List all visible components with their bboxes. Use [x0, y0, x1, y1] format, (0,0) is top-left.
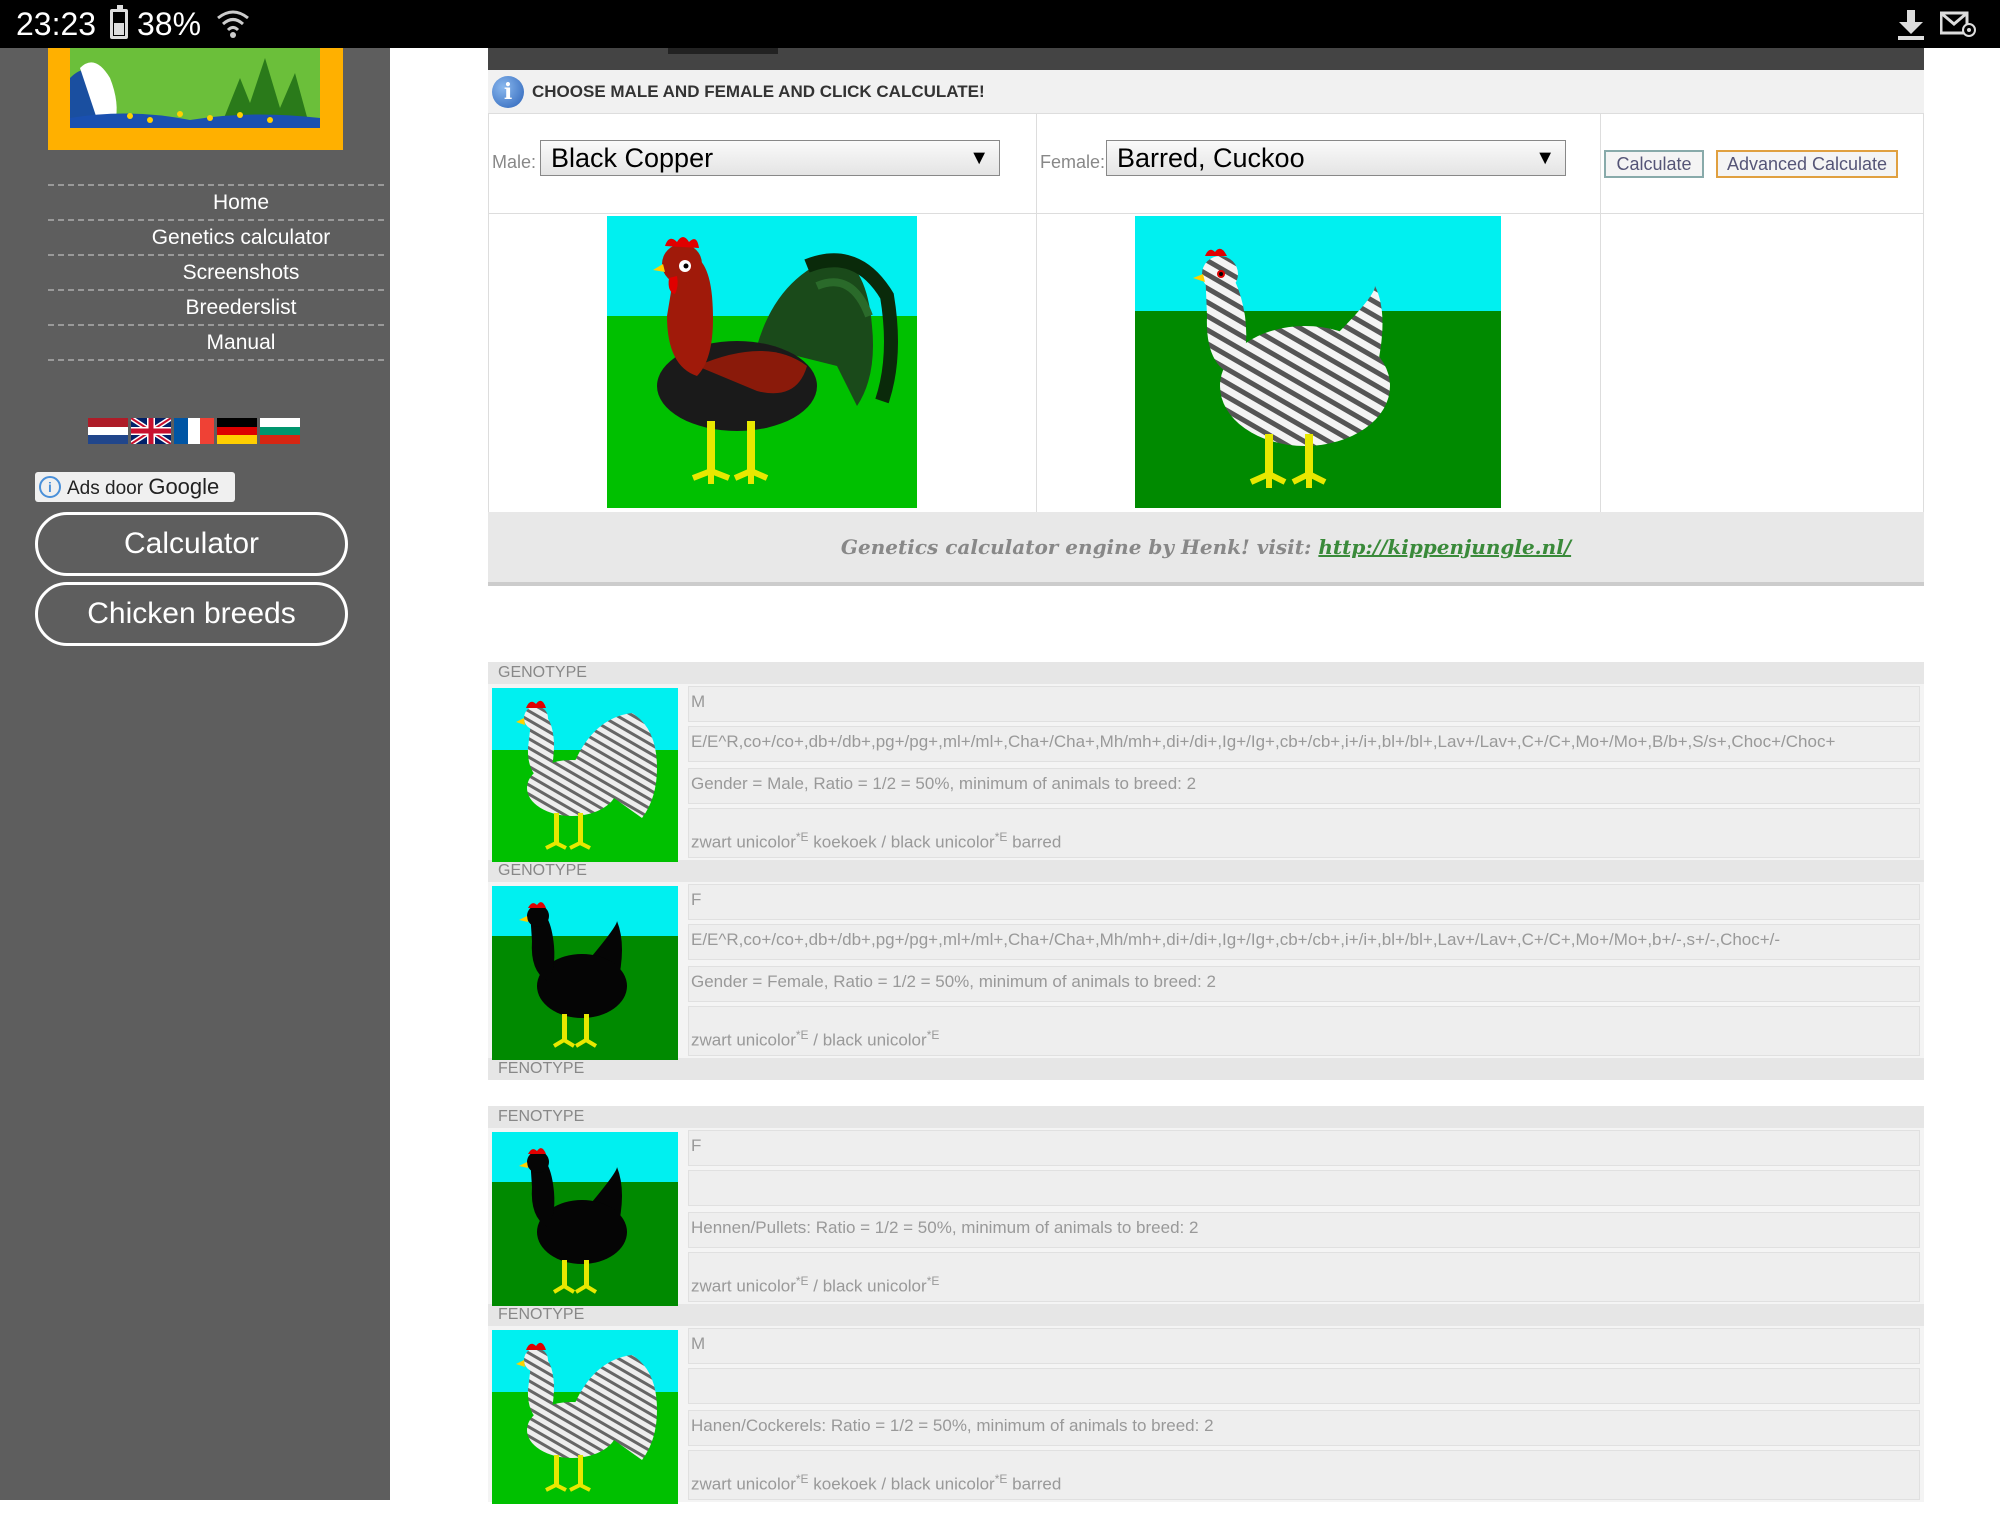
result-description: zwart unicolor*E koekoek / black unicolo…: [688, 1450, 1920, 1500]
male-select-value: Black Copper: [551, 143, 714, 173]
section-header: GENOTYPE: [488, 662, 1924, 684]
barred-rooster-thumbnail: [492, 688, 678, 862]
result-genotype: E/E^R,co+/co+,db+/db+,pg+/pg+,ml+/ml+,Ch…: [688, 924, 1920, 960]
chevron-down-icon: ▼: [969, 147, 989, 169]
ads-prefix: Ads door: [67, 478, 144, 499]
result-genotype: [688, 1368, 1920, 1404]
section-header: FENOTYPE: [488, 1106, 1924, 1128]
result-genotype: E/E^R,co+/co+,db+/db+,pg+/pg+,ml+/ml+,Ch…: [688, 726, 1920, 762]
result-sex: F: [688, 1130, 1920, 1166]
result-genotype: [688, 1170, 1920, 1206]
selection-row: Male: Black Copper ▼ Female: Barred, Cuc…: [488, 114, 1924, 214]
calculator-button[interactable]: Calculator: [35, 512, 348, 576]
result-description: zwart unicolor*E koekoek / black unicolo…: [688, 808, 1920, 858]
calculate-button[interactable]: Calculate: [1604, 150, 1704, 178]
nav-genetics-calculator[interactable]: Genetics calculator: [48, 219, 384, 254]
clock: 23:23: [16, 6, 97, 42]
instruction-text: CHOOSE MALE AND FEMALE AND CLICK CALCULA…: [532, 82, 985, 101]
nav-manual[interactable]: Manual: [48, 324, 384, 359]
section-header: GENOTYPE: [488, 860, 1924, 882]
result-sex: M: [688, 1328, 1920, 1364]
female-select[interactable]: Barred, Cuckoo ▼: [1106, 140, 1566, 176]
result-row: F E/E^R,co+/co+,db+/db+,pg+/pg+,ml+/ml+,…: [488, 882, 1924, 1060]
battery-icon: [110, 5, 128, 39]
wifi-icon: [217, 10, 249, 38]
results-list: GENOTYPE M E/E^R,co+/co+,db+/db+,pg+/pg+…: [488, 662, 1924, 1504]
info-icon: i: [492, 76, 524, 108]
barred-rooster-thumbnail: [492, 1330, 678, 1504]
black-hen-thumbnail: [492, 886, 678, 1060]
result-row: M Hanen/Cockerels: Ratio = 1/2 = 50%, mi…: [488, 1326, 1924, 1504]
mail-icon: [1940, 11, 1976, 37]
result-sex: M: [688, 686, 1920, 722]
top-strip: [488, 48, 1924, 70]
male-rooster-image: [607, 216, 917, 508]
spacer-row: [488, 1080, 1924, 1106]
result-row: F Hennen/Pullets: Ratio = 1/2 = 50%, min…: [488, 1128, 1924, 1306]
info-icon: i: [39, 476, 61, 498]
result-row: M E/E^R,co+/co+,db+/db+,pg+/pg+,ml+/ml+,…: [488, 684, 1924, 862]
nav-home[interactable]: Home: [48, 184, 384, 219]
sidebar: Home Genetics calculator Screenshots Bre…: [0, 48, 390, 1500]
result-ratio: Hanen/Cockerels: Ratio = 1/2 = 50%, mini…: [688, 1410, 1920, 1446]
chevron-down-icon: ▼: [1535, 147, 1555, 169]
credit-text: Genetics calculator engine by Henk! visi…: [840, 535, 1312, 559]
flag-de-icon[interactable]: [217, 418, 257, 444]
female-select-value: Barred, Cuckoo: [1117, 143, 1305, 173]
flag-fr-icon[interactable]: [174, 418, 214, 444]
chicken-breeds-button[interactable]: Chicken breeds: [35, 582, 348, 646]
advanced-calculate-button[interactable]: Advanced Calculate: [1716, 150, 1898, 178]
female-hen-image: [1135, 216, 1501, 508]
result-ratio: Hennen/Pullets: Ratio = 1/2 = 50%, minim…: [688, 1212, 1920, 1248]
battery-level: 38%: [137, 6, 202, 42]
black-hen-thumbnail: [492, 1132, 678, 1306]
result-ratio: Gender = Male, Ratio = 1/2 = 50%, minimu…: [688, 768, 1920, 804]
main-nav: Home Genetics calculator Screenshots Bre…: [48, 184, 384, 361]
instruction-bar: i CHOOSE MALE AND FEMALE AND CLICK CALCU…: [488, 70, 1924, 114]
male-select[interactable]: Black Copper ▼: [540, 140, 1000, 176]
flag-bg-icon[interactable]: [260, 418, 300, 444]
section-header: FENOTYPE: [488, 1304, 1924, 1326]
nav-breederslist[interactable]: Breederslist: [48, 289, 384, 324]
nav-screenshots[interactable]: Screenshots: [48, 254, 384, 289]
result-description: zwart unicolor*E / black unicolor*E: [688, 1252, 1920, 1302]
section-header: FENOTYPE: [488, 1058, 1924, 1080]
flag-uk-icon[interactable]: [131, 418, 171, 444]
result-description: zwart unicolor*E / black unicolor*E: [688, 1006, 1920, 1056]
result-ratio: Gender = Female, Ratio = 1/2 = 50%, mini…: [688, 966, 1920, 1002]
male-label: Male:: [492, 152, 537, 172]
ads-by-google[interactable]: i Ads door Google: [35, 472, 235, 502]
download-icon: [1898, 10, 1924, 40]
result-sex: F: [688, 884, 1920, 920]
female-label: Female:: [1040, 152, 1106, 172]
parent-images-row: [488, 214, 1924, 512]
flag-nl-icon[interactable]: [88, 418, 128, 444]
nav-divider: [48, 359, 384, 361]
status-bar: 23:23 38%: [0, 0, 2000, 48]
site-logo[interactable]: [48, 48, 343, 150]
credit-bar: Genetics calculator engine by Henk! visi…: [488, 512, 1924, 586]
language-flags: [88, 418, 300, 444]
kippenjungle-link[interactable]: http://kippenjungle.nl/: [1318, 535, 1571, 559]
ads-brand: Google: [148, 474, 220, 499]
